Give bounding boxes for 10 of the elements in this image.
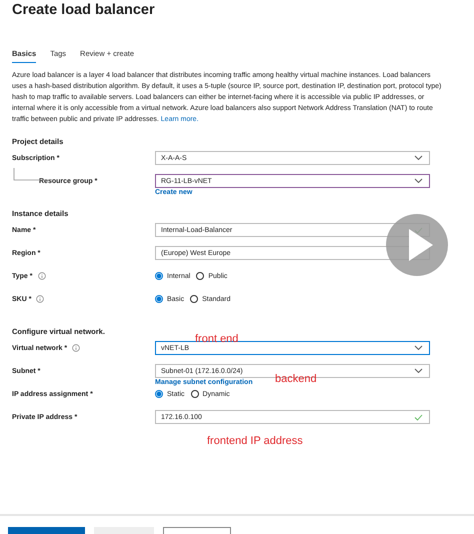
page-title: Create load balancer	[12, 1, 156, 19]
chevron-down-icon	[414, 345, 423, 351]
info-icon[interactable]	[36, 295, 44, 303]
info-icon[interactable]	[72, 344, 80, 352]
chevron-down-icon	[414, 155, 423, 161]
chevron-down-icon	[414, 178, 423, 184]
info-icon[interactable]	[38, 272, 46, 280]
annotation-text: frontend IP address	[207, 435, 303, 447]
play-icon[interactable]	[385, 213, 449, 277]
chevron-down-icon	[414, 368, 423, 374]
